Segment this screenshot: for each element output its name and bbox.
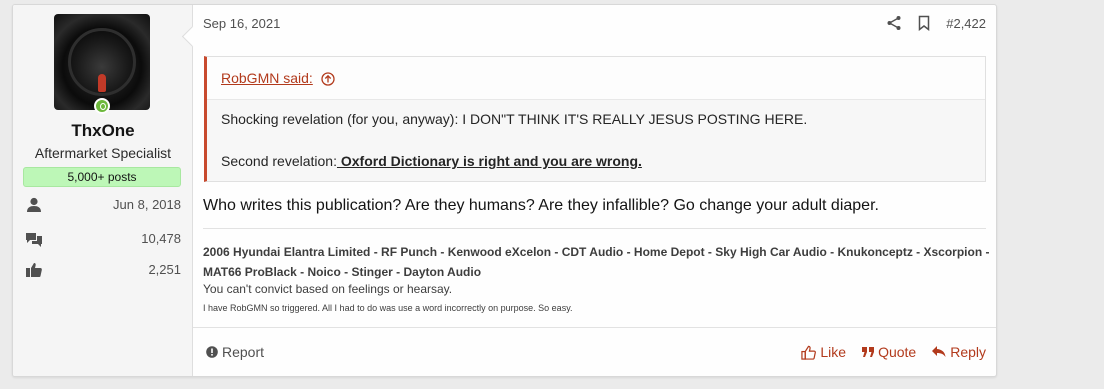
user-info-panel: ThxOne Aftermarket Specialist 5,000+ pos… — [13, 5, 204, 376]
signature-gear: 2006 Hyundai Elantra Limited - RF Punch … — [203, 245, 990, 279]
post-date[interactable]: Sep 16, 2021 — [203, 16, 280, 31]
quote-emphasis-link[interactable]: Oxford Dictionary is right and you are w… — [337, 153, 642, 169]
post-main: Sep 16, 2021 #2,422 RobGMN said: Shockin… — [193, 5, 996, 376]
quote-line: Second revelation: Oxford Dictionary is … — [221, 153, 642, 169]
like-label: Like — [820, 344, 847, 360]
stat-value: Jun 8, 2018 — [113, 197, 181, 212]
user-icon — [27, 197, 41, 212]
avatar[interactable] — [54, 14, 150, 110]
post-message: Who writes this publication? Are they hu… — [203, 197, 879, 214]
user-title: Aftermarket Specialist — [34, 145, 172, 161]
share-icon[interactable] — [886, 15, 902, 31]
post-card: ThxOne Aftermarket Specialist 5,000+ pos… — [12, 4, 997, 377]
posts-badge: 5,000+ posts — [23, 167, 181, 187]
signature-small-line: I have RobGMN so triggered. All I had to… — [203, 303, 573, 313]
bookmark-icon[interactable] — [916, 15, 932, 31]
avatar-figure — [98, 74, 106, 92]
stat-messages: 10,478 — [23, 229, 181, 249]
post-number-link[interactable]: #2,422 — [946, 16, 986, 31]
reply-icon — [932, 346, 946, 357]
quote-label: Quote — [878, 344, 917, 360]
signature-line: You can't convict based on feelings or h… — [203, 282, 453, 296]
quote-block: RobGMN said: Shocking revelation (for yo… — [204, 56, 986, 182]
quote-line: Shocking revelation (for you, anyway): I… — [221, 111, 808, 127]
stat-value: 2,251 — [148, 262, 181, 277]
alert-icon — [206, 346, 218, 358]
quote-header: RobGMN said: — [207, 57, 985, 100]
post-footer: Report Like Quote Reply — [193, 327, 996, 376]
username[interactable]: ThxOne — [13, 121, 193, 141]
quote-button[interactable]: Quote — [862, 344, 916, 360]
messages-icon — [26, 233, 42, 247]
report-label: Report — [222, 344, 265, 360]
quote-author-link[interactable]: RobGMN said: — [221, 70, 313, 86]
report-button[interactable]: Report — [206, 344, 264, 360]
quote-icon — [862, 346, 875, 357]
post-header-actions: #2,422 — [886, 15, 986, 31]
reply-button[interactable]: Reply — [932, 344, 986, 360]
like-button[interactable]: Like — [801, 344, 846, 360]
stat-joined: Jun 8, 2018 — [23, 195, 181, 215]
post-footer-actions: Like Quote Reply — [801, 344, 986, 360]
thumbs-up-outline-icon — [801, 345, 817, 360]
quote-line-prefix: Second revelation: — [221, 153, 337, 169]
stat-value: 10,478 — [141, 231, 181, 246]
arrow-up-circle-icon[interactable] — [321, 72, 335, 86]
stat-reactions: 2,251 — [23, 260, 181, 280]
thumbs-up-icon — [26, 263, 42, 277]
signature: 2006 Hyundai Elantra Limited - RF Punch … — [203, 228, 990, 313]
online-status-icon — [94, 98, 110, 114]
reply-label: Reply — [950, 344, 986, 360]
